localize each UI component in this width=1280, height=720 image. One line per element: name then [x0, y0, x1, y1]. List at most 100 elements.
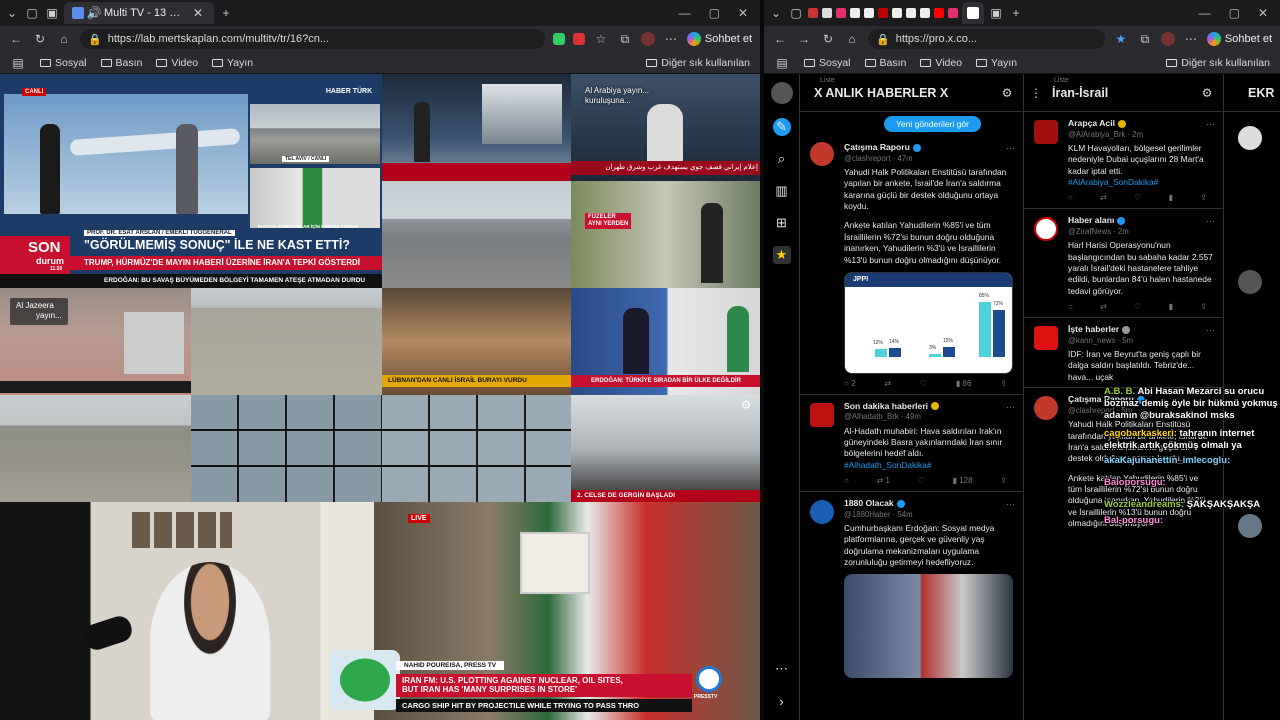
tv-cell-jerusalem[interactable] [0, 395, 191, 502]
tv-cell-haberturk[interactable]: CANLI HABER TÜRK TEL AVİV / CANLI İRAN'D… [0, 74, 382, 288]
tweet[interactable]: ⋯ Çatışma Raporu @clashreport · 47m Yahu… [800, 112, 1023, 395]
tab-favicon-icon[interactable] [836, 8, 846, 18]
tv-cell-aerial[interactable] [191, 288, 382, 395]
refresh-icon[interactable]: ↻ [32, 31, 48, 47]
maximize-icon[interactable]: ▢ [1229, 6, 1240, 20]
copilot-button[interactable]: Sohbet et [1206, 32, 1272, 46]
bookmark-folder-basin[interactable]: Basın [864, 57, 906, 69]
more-icon[interactable]: ⋯ [1206, 324, 1215, 336]
reply-icon[interactable]: ○ [1068, 302, 1073, 313]
bookmark-folder-sosyal[interactable]: Sosyal [40, 57, 87, 69]
share-icon[interactable]: ⇪ [1200, 193, 1207, 204]
tab-favicon-icon[interactable] [906, 8, 916, 18]
tab-xpro[interactable] [962, 2, 984, 24]
tv-cell-court[interactable]: ⚙ 2. CELSE DE GERGİN BAŞLADI [571, 395, 760, 502]
tab-favicon-icon[interactable] [864, 8, 874, 18]
reply-icon[interactable]: ○ [1068, 193, 1073, 204]
more-icon[interactable]: ⋯ [1006, 498, 1015, 510]
avatar[interactable] [640, 32, 655, 46]
tab-favicon-icon[interactable] [822, 8, 832, 18]
views-icon[interactable]: ▮ [1169, 302, 1173, 313]
back-icon[interactable]: ← [772, 31, 788, 47]
tab-list-icon[interactable]: ▣ [44, 5, 60, 21]
bookmarks-menu-icon[interactable]: ▤ [774, 55, 790, 71]
home-icon[interactable]: ⌂ [844, 31, 860, 47]
tweet[interactable]: ⋯ Son dakika haberleri @Alhadath_Brk · 4… [800, 395, 1023, 492]
tv-cell-alarabiya[interactable]: Al Arabiya yayın... kuruluşuna... إعلام … [571, 74, 760, 181]
bookmark-folder-other[interactable]: Diğer sık kullanılan [646, 57, 750, 69]
tab-favicon-icon[interactable] [892, 8, 902, 18]
bookmark-folder-video[interactable]: Video [920, 57, 962, 69]
more-icon[interactable]: ⋯ [1206, 215, 1215, 227]
retweet-icon[interactable]: ⇄ [1100, 302, 1107, 313]
refresh-icon[interactable]: ↻ [820, 31, 836, 47]
workspaces-icon[interactable]: ▢ [788, 5, 804, 21]
add-column-icon[interactable]: ⊞ [773, 214, 791, 232]
tv-cell-multicam-2[interactable] [382, 395, 571, 502]
tab-favicon-icon[interactable] [920, 8, 930, 18]
expand-icon[interactable]: › [773, 692, 791, 710]
close-tab-icon[interactable]: ✕ [190, 5, 206, 21]
reply-icon[interactable]: ○ [844, 476, 849, 487]
new-tab-icon[interactable]: + [1008, 5, 1024, 21]
settings-gear-icon[interactable]: ⚙ [738, 397, 754, 413]
tab-favicon-icon[interactable] [850, 8, 860, 18]
retweet-icon[interactable]: ⇄ [1100, 193, 1107, 204]
tv-cell-tgrt[interactable]: FÜZELER AYNI YERDEN [571, 181, 760, 288]
share-icon[interactable]: ⇪ [1200, 302, 1207, 313]
tweet[interactable]: ⋯ İşte haberler @kann_news · 5m IDF: İra… [1024, 318, 1223, 389]
retweet-icon[interactable]: ⇄ [884, 379, 891, 390]
views-button[interactable]: ▮ 128 [953, 476, 973, 487]
address-bar[interactable]: 🔒 https://lab.mertskaplan.com/multitv/tr… [80, 29, 545, 49]
pinned-star-icon[interactable]: ★ [772, 246, 791, 264]
views-button[interactable]: ▮ 86 [956, 379, 972, 390]
avatar[interactable] [770, 82, 793, 104]
tab-multitv[interactable]: 🔊 Multi TV - 13 haber kanalını a ✕ [64, 2, 214, 24]
bookmark-folder-yayin[interactable]: Yayın [976, 57, 1017, 69]
column-settings-icon[interactable]: ⚙ [999, 85, 1015, 101]
more-icon[interactable]: ⋯ [1206, 118, 1215, 130]
tv-cell-ntv[interactable] [382, 74, 571, 181]
show-new-posts-button[interactable]: Yeni gönderileri gör [884, 116, 981, 132]
like-icon[interactable]: ♡ [1134, 193, 1141, 204]
forward-icon[interactable]: → [796, 31, 812, 47]
tweet[interactable]: ⋯ 1880 Olacak @1880Haber · 54m Cumhurbaş… [800, 492, 1023, 682]
address-bar[interactable]: 🔒 https://pro.x.co... [868, 29, 1105, 49]
more-icon[interactable]: ⋯ [1006, 142, 1015, 154]
share-icon[interactable]: ⇪ [1000, 476, 1007, 487]
share-icon[interactable]: ⇪ [1000, 379, 1007, 390]
more-icon[interactable]: ⋯ [663, 31, 679, 47]
more-icon[interactable]: ⋯ [1006, 401, 1015, 413]
reply-button[interactable]: ○ 2 [844, 379, 856, 390]
like-icon[interactable]: ♡ [918, 476, 925, 487]
new-tab-icon[interactable]: + [218, 5, 234, 21]
tweet[interactable]: ⋯ Arapça Acil @AlArabiya_Brk · 2m KLM Ha… [1024, 112, 1223, 210]
tab-favicon-icon[interactable] [878, 8, 888, 18]
bookmark-folder-video[interactable]: Video [156, 57, 198, 69]
bookmark-folder-other[interactable]: Diğer sık kullanılan [1166, 57, 1270, 69]
back-icon[interactable]: ← [8, 31, 24, 47]
views-icon[interactable]: ▮ [1169, 193, 1173, 204]
close-window-icon[interactable]: ✕ [1258, 6, 1268, 20]
compose-post-icon[interactable]: ✎ [772, 118, 791, 136]
like-icon[interactable]: ♡ [920, 379, 927, 390]
hashtag-link[interactable]: #AlArabiya_SonDakika# [1068, 177, 1158, 187]
copilot-button[interactable]: Sohbet et [686, 32, 752, 46]
tweet-image[interactable] [844, 574, 1013, 679]
tweet[interactable]: ⋯ Haber alanı @ZirafNews · 2m Harl Haris… [1024, 209, 1223, 318]
bookmark-folder-yayin[interactable]: Yayın [212, 57, 253, 69]
favorites-star-icon[interactable]: ★ [1113, 31, 1129, 47]
tab-favicon-icon[interactable] [934, 8, 944, 18]
home-icon[interactable]: ⌂ [56, 31, 72, 47]
tweet-image-chart[interactable]: JPPI 12% 14% 3% 15% 85% 72% [844, 271, 1013, 374]
maximize-icon[interactable]: ▢ [709, 6, 720, 20]
more-menu-icon[interactable]: ⋯ [773, 660, 791, 678]
tab-favicon-icon[interactable] [948, 8, 958, 18]
tab-actions-icon[interactable]: ⌄ [4, 5, 20, 21]
tv-cell-multicam-1[interactable] [191, 395, 382, 502]
favorites-icon[interactable]: ☆ [593, 31, 609, 47]
collections-icon[interactable]: ⧉ [617, 31, 633, 47]
more-icon[interactable]: ⋯ [1183, 31, 1199, 47]
minimize-icon[interactable]: — [679, 6, 691, 20]
retweet-button[interactable]: ⇄ 1 [877, 476, 890, 487]
